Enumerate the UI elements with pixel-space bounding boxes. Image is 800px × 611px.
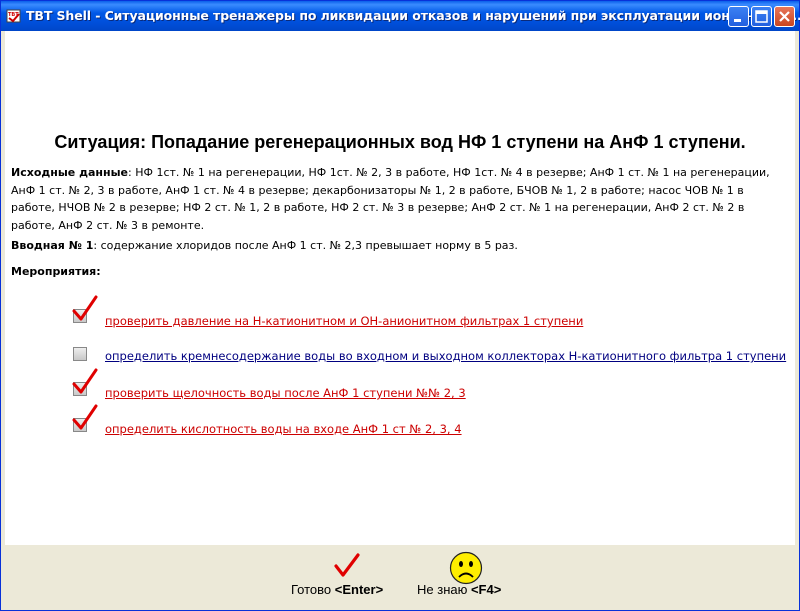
sad-smiley-icon (449, 551, 483, 585)
close-button[interactable] (774, 6, 795, 27)
window-title: TBT Shell - Ситуационные тренажеры по ли… (26, 8, 800, 23)
ready-button[interactable]: Готово <Enter> (289, 545, 411, 605)
ready-label: Готово <Enter> (291, 582, 384, 597)
dont-know-key: <F4> (470, 582, 502, 597)
minimize-button[interactable] (728, 6, 749, 27)
measure-item[interactable]: определить кислотность воды на входе АнФ… (65, 403, 765, 436)
maximize-button[interactable] (751, 6, 772, 27)
dont-know-button[interactable]: Не знаю <F4> (413, 545, 523, 605)
measure-item[interactable]: проверить давление на Н-катионитном и ОН… (65, 293, 765, 328)
red-check-icon (72, 368, 98, 394)
intro-note: Вводная № 1: содержание хлоридов после А… (11, 237, 787, 255)
checkbox[interactable] (73, 347, 87, 361)
measure-label[interactable]: проверить щелочность воды после АнФ 1 ст… (105, 386, 466, 400)
measure-label[interactable]: определить кислотность воды на входе АнФ… (105, 422, 462, 436)
intro-text: : содержание хлоридов после АнФ 1 ст. № … (93, 239, 518, 252)
ready-key: <Enter> (334, 582, 384, 597)
initial-data-label: Исходные данные (11, 166, 129, 179)
intro-label: Вводная № 1 (11, 239, 94, 252)
minimize-icon (734, 19, 741, 22)
red-check-icon (72, 404, 98, 430)
measure-label[interactable]: определить кремнесодержание воды во вход… (105, 349, 786, 363)
measure-item[interactable]: проверить щелочность воды после АнФ 1 ст… (65, 366, 765, 400)
footer-bar: Готово <Enter> Не знаю <F4> (5, 544, 795, 608)
app-icon: TBT (6, 9, 21, 23)
content-area: Ситуация: Попадание регенерационных вод … (5, 31, 795, 544)
dont-know-label: Не знаю <F4> (417, 582, 502, 597)
measure-label[interactable]: проверить давление на Н-катионитном и ОН… (105, 314, 583, 328)
maximize-icon (755, 10, 768, 23)
situation-heading: Ситуация: Попадание регенерационных вод … (54, 132, 746, 152)
main-window: TBT TBT Shell - Ситуационные тренажеры п… (0, 0, 800, 611)
measures-label: Мероприятия: (11, 265, 101, 278)
close-icon (779, 11, 790, 22)
red-check-icon (334, 553, 360, 577)
initial-data: Исходные данные: НФ 1ст. № 1 на регенера… (11, 164, 787, 234)
measures-heading: Мероприятия: (11, 263, 787, 281)
title-bar[interactable]: TBT TBT Shell - Ситуационные тренажеры п… (1, 1, 800, 31)
red-check-icon (72, 295, 98, 321)
